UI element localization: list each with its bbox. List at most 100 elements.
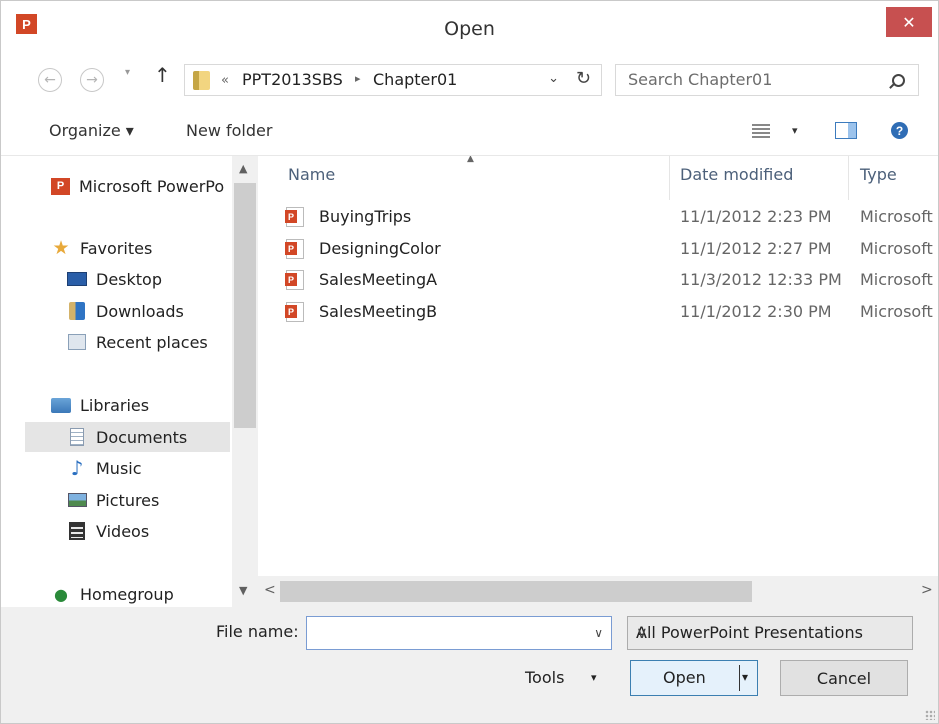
scrollbar-thumb[interactable] — [280, 581, 752, 602]
nav-item-libraries[interactable]: Libraries — [51, 390, 149, 420]
music-icon: ♪ — [70, 456, 84, 480]
breadcrumb-overflow[interactable]: « — [221, 73, 229, 88]
new-folder-button[interactable]: New folder — [186, 121, 272, 140]
file-date: 11/1/2012 2:27 PM — [680, 239, 832, 258]
nav-item-downloads[interactable]: Downloads — [67, 296, 184, 326]
nav-item-label: Downloads — [96, 301, 184, 321]
nav-item-documents[interactable]: Documents — [25, 422, 230, 452]
file-row[interactable]: SalesMeetingB 11/1/2012 2:30 PM Microsof… — [258, 298, 938, 328]
column-header-name[interactable]: Name — [288, 165, 335, 184]
resize-grip-icon[interactable] — [925, 710, 935, 720]
nav-item-label: Favorites — [80, 238, 153, 258]
scroll-down-icon[interactable]: ▼ — [239, 584, 247, 597]
scroll-left-icon[interactable]: < — [264, 582, 276, 598]
folder-icon — [193, 71, 210, 90]
nav-item-desktop[interactable]: Desktop — [67, 264, 162, 294]
address-dropdown-icon[interactable]: ⌄ — [548, 71, 559, 86]
file-name-dropdown-icon[interactable]: ∨ — [594, 626, 603, 640]
homegroup-icon: ● — [54, 584, 68, 604]
nav-item-label: Homegroup — [80, 584, 174, 604]
cancel-button-label: Cancel — [816, 668, 872, 688]
nav-item-label: Videos — [96, 521, 150, 541]
tools-dropdown-icon[interactable]: ▾ — [591, 671, 597, 684]
nav-item-label: Pictures — [96, 490, 160, 510]
preview-pane-icon[interactable] — [835, 122, 857, 139]
navigation-scrollbar[interactable]: ▲ ▼ — [232, 156, 258, 607]
star-icon: ★ — [52, 237, 70, 259]
desktop-icon — [67, 270, 87, 288]
column-header-type[interactable]: Type — [860, 165, 897, 184]
scroll-up-icon[interactable]: ▲ — [239, 162, 247, 175]
documents-icon — [67, 428, 87, 446]
open-dropdown-icon[interactable]: ▾ — [742, 670, 748, 684]
views-dropdown-icon[interactable]: ▾ — [792, 124, 798, 137]
column-header-date-modified[interactable]: Date modified — [680, 165, 793, 184]
file-name: SalesMeetingA — [319, 270, 438, 289]
nav-item-recent-places[interactable]: Recent places — [67, 327, 208, 357]
close-button[interactable]: ✕ — [886, 7, 932, 37]
file-name: DesigningColor — [319, 239, 441, 258]
file-type-dropdown-icon[interactable]: ∨ — [636, 623, 904, 642]
breadcrumb-separator-icon[interactable]: ▸ — [355, 72, 361, 85]
search-icon[interactable] — [892, 74, 905, 87]
file-row[interactable]: DesigningColor 11/1/2012 2:27 PM Microso… — [258, 235, 938, 265]
file-type: Microsoft — [860, 270, 933, 289]
nav-item-pictures[interactable]: Pictures — [67, 485, 159, 515]
nav-item-videos[interactable]: Videos — [67, 516, 149, 546]
recent-places-icon — [67, 333, 87, 351]
file-type-select[interactable]: All PowerPoint Presentations ∨ — [627, 616, 913, 650]
search-box[interactable]: Search Chapter01 — [615, 64, 919, 96]
scrollbar-thumb[interactable] — [234, 183, 256, 428]
address-bar[interactable]: « PPT2013SBS ▸ Chapter01 ⌄ ↻ — [184, 64, 602, 96]
nav-item-label: Desktop — [96, 269, 162, 289]
navigation-pane: P Microsoft PowerPo ★ Favorites Desktop … — [1, 156, 258, 607]
column-divider[interactable] — [669, 156, 670, 200]
breadcrumb-ppt2013sbs[interactable]: PPT2013SBS — [242, 70, 343, 89]
powerpoint-file-icon — [285, 239, 304, 259]
scroll-right-icon[interactable]: > — [921, 582, 933, 598]
file-date: 11/1/2012 2:23 PM — [680, 207, 832, 226]
up-arrow-icon[interactable]: ↑ — [154, 63, 171, 87]
powerpoint-file-icon — [285, 302, 304, 322]
title-bar: P Open ✕ — [1, 1, 938, 57]
horizontal-scrollbar[interactable]: < > — [258, 576, 938, 607]
file-type: Microsoft — [860, 207, 933, 226]
open-button[interactable]: Open ▾ — [630, 660, 758, 696]
libraries-icon — [51, 396, 71, 414]
file-row[interactable]: SalesMeetingA 11/3/2012 12:33 PM Microso… — [258, 266, 938, 296]
back-arrow-icon[interactable]: ← — [38, 68, 62, 92]
dialog-title: Open — [444, 18, 495, 40]
nav-item-homegroup[interactable]: ● Homegroup — [51, 579, 174, 607]
command-bar: Organize ▾ New folder ▾ ? — [1, 107, 938, 156]
nav-item-microsoft-powerpoint[interactable]: P Microsoft PowerPo — [51, 171, 224, 201]
refresh-icon[interactable]: ↻ — [576, 68, 591, 89]
file-name-field[interactable]: ∨ — [306, 616, 612, 650]
powerpoint-file-icon — [285, 270, 304, 290]
change-view-icon[interactable] — [752, 124, 770, 138]
nav-item-label: Microsoft PowerPo — [79, 176, 225, 196]
column-divider[interactable] — [848, 156, 849, 200]
forward-arrow-icon[interactable]: → — [80, 68, 104, 92]
dialog-footer: File name: ∨ All PowerPoint Presentation… — [1, 607, 938, 723]
nav-item-favorites[interactable]: ★ Favorites — [51, 233, 152, 263]
powerpoint-file-icon — [285, 207, 304, 227]
file-row[interactable]: BuyingTrips 11/1/2012 2:23 PM Microsoft — [258, 203, 938, 233]
help-icon[interactable]: ? — [891, 122, 908, 139]
file-date: 11/3/2012 12:33 PM — [680, 270, 842, 289]
recent-locations-dropdown-icon[interactable]: ▾ — [125, 67, 130, 78]
open-split-divider — [739, 665, 740, 691]
file-name: BuyingTrips — [319, 207, 412, 226]
nav-item-label: Libraries — [80, 395, 150, 415]
nav-item-label: Recent places — [96, 332, 208, 352]
cancel-button[interactable]: Cancel — [780, 660, 908, 696]
nav-item-label: Music — [96, 458, 142, 478]
open-dialog: P Open ✕ ← → ▾ ↑ « PPT2013SBS ▸ Chapter0… — [0, 0, 939, 724]
nav-item-music[interactable]: ♪ Music — [67, 453, 142, 483]
tools-button[interactable]: Tools — [525, 668, 564, 687]
file-list: Name ▲ Date modified Type BuyingTrips 11… — [258, 156, 938, 607]
organize-button[interactable]: Organize ▾ — [49, 121, 134, 140]
breadcrumb-chapter01[interactable]: Chapter01 — [373, 70, 457, 89]
nav-item-label: Documents — [96, 427, 188, 447]
file-name: SalesMeetingB — [319, 302, 438, 321]
search-input[interactable]: Search Chapter01 — [628, 70, 772, 89]
